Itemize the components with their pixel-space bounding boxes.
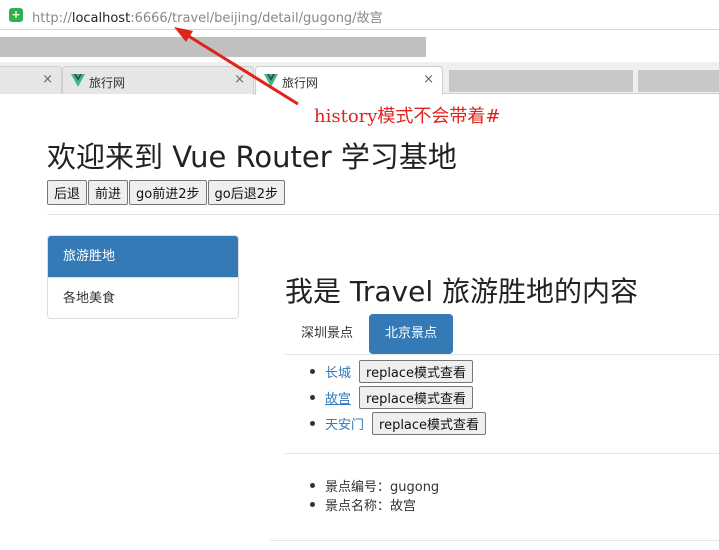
divider — [285, 354, 719, 355]
list-item: 长城 replace模式查看 — [310, 358, 486, 384]
spot-id: 景点编号：gugong — [325, 480, 440, 495]
history-nav-buttons: 后退 前进 go前进2步 go后退2步 — [47, 180, 286, 205]
detail-item: 景点名称：故宫 — [310, 495, 439, 514]
replace-view-button[interactable]: replace模式查看 — [372, 411, 487, 435]
tab-strip: × 旅行网 × 旅行网 × — [0, 62, 719, 95]
list-item: 天安门 replace模式查看 — [310, 410, 487, 436]
browser-tab-2[interactable]: 旅行网 × — [62, 66, 254, 94]
url-field[interactable]: http://localhost:6666/travel/beijing/det… — [32, 7, 383, 26]
vue-logo-icon — [264, 74, 278, 87]
sidebar-nav: 旅游胜地 各地美食 — [47, 235, 239, 319]
bookmarks-bar — [0, 30, 719, 62]
blurred-region — [0, 37, 426, 57]
go-back-2-button[interactable]: go后退2步 — [207, 180, 285, 205]
replace-view-button[interactable]: replace模式查看 — [359, 359, 474, 383]
spot-list: 长城 replace模式查看 故宫 replace模式查看 天安门 replac… — [310, 358, 487, 436]
annotation-text: history模式不会带着# — [314, 106, 501, 127]
shield-check-icon[interactable]: + — [9, 8, 23, 22]
tab-shenzhen[interactable]: 深圳景点 — [285, 314, 369, 354]
forward-button[interactable]: 前进 — [88, 180, 129, 205]
bullet — [310, 483, 315, 488]
close-tab-icon[interactable]: × — [423, 72, 434, 87]
detail-item: 景点编号：gugong — [310, 476, 439, 495]
divider — [285, 453, 719, 454]
bullet — [310, 420, 315, 426]
blurred-tab — [638, 70, 719, 92]
spot-detail: 景点编号：gugong 景点名称：故宫 — [310, 476, 439, 514]
divider — [270, 540, 719, 541]
tab-beijing[interactable]: 北京景点 — [369, 314, 454, 354]
spot-name: 景点名称：故宫 — [325, 499, 417, 514]
spot-link-changcheng[interactable]: 长城 — [325, 362, 351, 381]
url-prefix: http:// — [32, 11, 72, 26]
url-host: localhost — [71, 11, 131, 26]
close-tab-icon[interactable]: × — [42, 72, 53, 87]
browser-tab-1[interactable]: × — [0, 66, 62, 94]
tab-title: 旅行网 — [282, 76, 319, 90]
bullet — [310, 502, 315, 507]
bullet — [310, 394, 315, 400]
content-title: 我是 Travel 旅游胜地的内容 — [285, 275, 639, 308]
spot-link-gugong[interactable]: 故宫 — [325, 388, 351, 407]
browser-tab-active[interactable]: 旅行网 × — [255, 66, 443, 95]
spot-link-tiananmen[interactable]: 天安门 — [325, 414, 364, 433]
divider — [47, 214, 719, 215]
vue-logo-icon — [71, 74, 85, 87]
address-bar[interactable]: + http://localhost:6666/travel/beijing/d… — [0, 0, 719, 30]
page-title: 欢迎来到 Vue Router 学习基地 — [47, 140, 457, 174]
city-tabs: 深圳景点 北京景点 — [285, 314, 454, 354]
replace-view-button[interactable]: replace模式查看 — [359, 385, 474, 409]
go-forward-2-button[interactable]: go前进2步 — [129, 180, 207, 205]
sidebar-item-food[interactable]: 各地美食 — [48, 277, 238, 318]
sidebar-item-travel[interactable]: 旅游胜地 — [48, 236, 238, 277]
bullet — [310, 368, 315, 374]
url-path: :6666/travel/beijing/detail/gugong/故宫 — [130, 11, 383, 26]
tab-title: 旅行网 — [89, 76, 126, 90]
blurred-tab — [449, 70, 633, 92]
list-item: 故宫 replace模式查看 — [310, 384, 486, 410]
close-tab-icon[interactable]: × — [234, 72, 245, 87]
back-button[interactable]: 后退 — [47, 180, 88, 205]
